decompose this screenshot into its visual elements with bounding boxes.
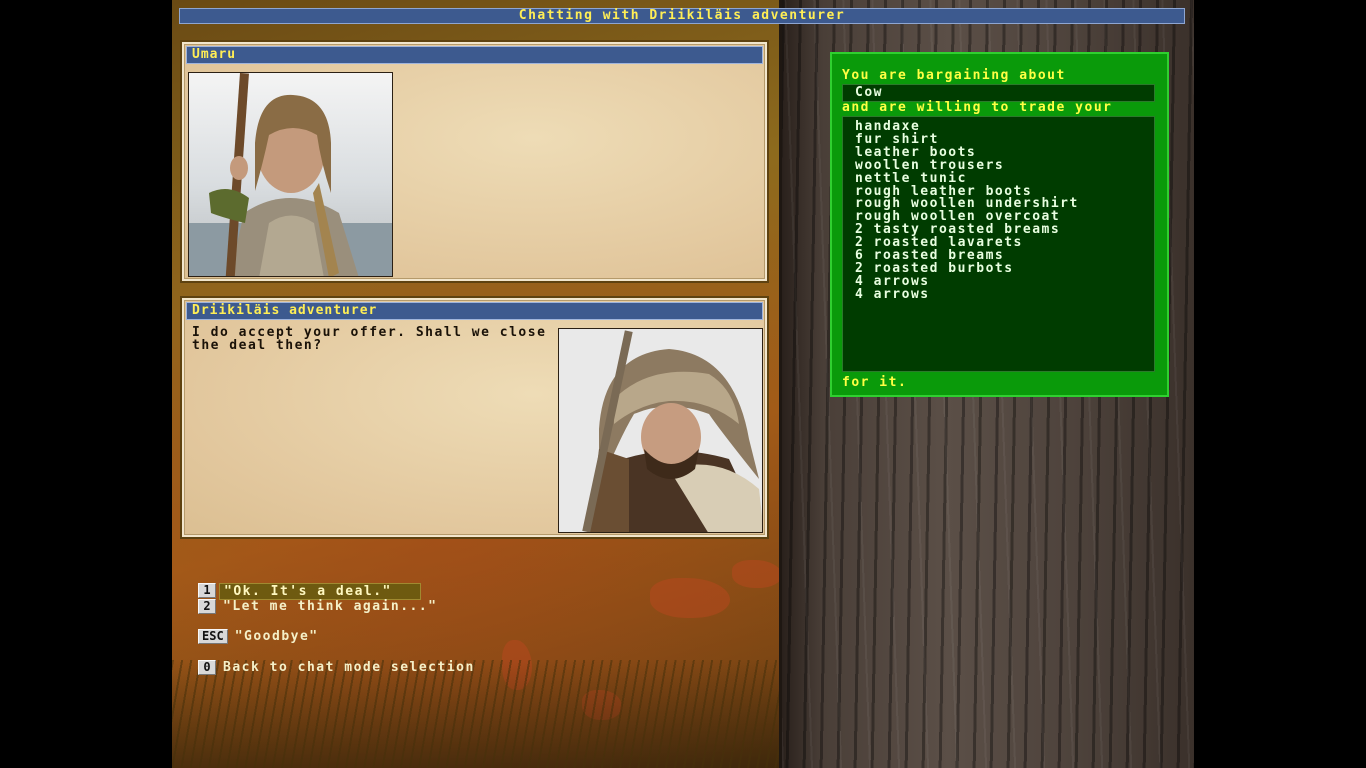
offered-items-list[interactable]: handaxe fur shirt leather boots woollen tro… [842,116,1155,372]
player-name: Umaru [186,46,763,64]
cave-painting-figure [650,578,730,618]
option-key-2: 2 [198,599,216,614]
option-back[interactable]: 0 Back to chat mode selection [198,660,479,676]
game-viewport: Chatting with Driikiläis adventurer Umar… [172,0,1194,768]
npc-name: Driikiläis adventurer [186,302,763,320]
npc-portrait [558,328,763,533]
option-label: "Ok. It's a deal." [219,583,421,600]
cave-painting-figure [732,560,782,588]
player-portrait [188,72,393,277]
player-portrait-image [189,73,392,276]
option-key-1: 1 [198,583,216,598]
option-label: "Let me think again..." [223,599,438,614]
npc-portrait-image [559,329,762,532]
trade-panel: You are bargaining about Cow and are wil… [830,52,1169,397]
trade-intro: You are bargaining about [842,68,1066,83]
npc-speech: I do accept your offer. Shall we close t… [192,325,556,353]
option-key-esc: ESC [198,629,228,644]
option-deal[interactable]: 1 "Ok. It's a deal." [198,583,421,600]
option-key-0: 0 [198,660,216,675]
grass-foreground [172,660,782,768]
option-label: Back to chat mode selection [223,660,475,675]
offered-item[interactable]: 4 arrows [855,288,1154,302]
npc-panel: Driikiläis adventurer I do accept your o… [182,298,767,537]
option-think-again[interactable]: 2 "Let me think again..." [198,599,442,615]
trade-outro: for it. [842,375,908,390]
window-title: Chatting with Driikiläis adventurer [179,8,1185,24]
player-panel: Umaru [182,42,767,281]
option-goodbye[interactable]: ESC "Goodbye" [198,629,323,645]
option-label: "Goodbye" [234,629,319,644]
trade-middle: and are willing to trade your [842,100,1113,115]
